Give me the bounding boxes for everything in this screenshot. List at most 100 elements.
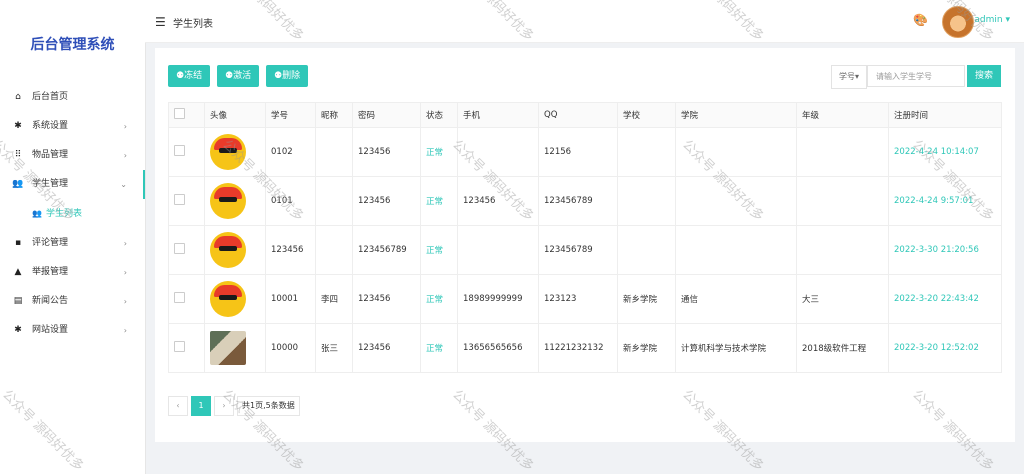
avatar-image	[210, 134, 246, 170]
sidebar-item-students[interactable]: 👥 学生管理 ⌄	[0, 170, 145, 199]
freeze-button[interactable]: ⚉冻结	[168, 65, 211, 87]
cell-id: 10000	[265, 323, 316, 373]
table-row: 0101 123456 正常 123456 123456789 2022-4-24 9:5…	[168, 176, 1002, 226]
select-all-checkbox[interactable]	[174, 108, 185, 119]
page-1-button[interactable]: 1	[191, 396, 211, 416]
sidebar-item-reports[interactable]: ▲ 举报管理 ›	[0, 258, 145, 287]
row-checkbox[interactable]	[174, 243, 185, 254]
user-menu[interactable]: admin ▾	[974, 15, 1010, 25]
cell-college: 计算机科学与技术学院	[675, 323, 797, 373]
avatar-cell	[204, 176, 266, 226]
cell-nick: 张三	[315, 323, 353, 373]
chevron-right-icon: ›	[123, 268, 127, 277]
column-header: 手机	[457, 102, 539, 128]
avatar[interactable]	[942, 6, 974, 38]
sidebar-item-news[interactable]: ▤ 新闻公告 ›	[0, 287, 145, 316]
pagination: ‹ 1 › 共1页,5条数据	[168, 396, 300, 416]
cell-qq: 11221232132	[538, 323, 618, 373]
avatar-cell	[204, 323, 266, 373]
gear-icon: ✱	[14, 121, 22, 131]
cell-college	[675, 225, 797, 275]
cell-grade: 大三	[796, 274, 889, 324]
row-select-cell[interactable]	[168, 323, 205, 373]
column-header: 年级	[796, 102, 889, 128]
cell-college	[675, 176, 797, 226]
chevron-right-icon: ›	[123, 239, 127, 248]
row-checkbox[interactable]	[174, 145, 185, 156]
row-select-cell[interactable]	[168, 176, 205, 226]
column-header: 学校	[617, 102, 676, 128]
cell-grade	[796, 127, 889, 177]
avatar-cell	[204, 225, 266, 275]
user-icon: ⚉	[274, 71, 283, 81]
pagination-info: 共1页,5条数据	[237, 396, 300, 416]
chevron-right-icon: ›	[123, 326, 127, 335]
sidebar-item-label: 评论管理	[32, 238, 69, 248]
cell-pwd: 123456	[352, 274, 421, 324]
delete-button[interactable]: ⚉删除	[266, 65, 309, 87]
sidebar-item-home[interactable]: ⌂ 后台首页	[0, 83, 145, 112]
column-header: 注册时间	[888, 102, 1002, 128]
next-page-button[interactable]: ›	[214, 396, 234, 416]
cell-nick	[315, 127, 353, 177]
cell-school	[617, 127, 676, 177]
table-row: 10001 李四 123456 正常 18989999999 123123 新乡学院 通信 大三…	[168, 274, 1002, 324]
column-header: 学号	[265, 102, 316, 128]
row-checkbox[interactable]	[174, 194, 185, 205]
avatar-cell	[204, 274, 266, 324]
row-select-cell[interactable]	[168, 274, 205, 324]
user-icon: ⚉	[225, 71, 234, 81]
menu-toggle-icon[interactable]: ☰	[155, 15, 166, 29]
cell-phone: 18989999999	[457, 274, 539, 324]
cell-college: 通信	[675, 274, 797, 324]
row-checkbox[interactable]	[174, 341, 185, 352]
palette-icon[interactable]: 🎨	[913, 13, 928, 27]
sidebar-item-goods[interactable]: ⠿ 物品管理 ›	[0, 141, 145, 170]
cell-time: 2022-3-30 21:20:56	[888, 225, 1002, 275]
sidebar-item-site-settings[interactable]: ✱ 网站设置 ›	[0, 316, 145, 345]
cell-id: 10001	[265, 274, 316, 324]
cell-pwd: 123456789	[352, 225, 421, 275]
column-header: 学院	[675, 102, 797, 128]
sidebar-item-comments[interactable]: ▪ 评论管理 ›	[0, 229, 145, 258]
app-logo-title: 后台管理系统	[30, 37, 115, 53]
column-header: 密码	[352, 102, 421, 128]
cell-grade	[796, 225, 889, 275]
top-header: ☰ 学生列表 🎨 admin ▾	[145, 0, 1024, 43]
sidebar-item-label: 学生管理	[32, 179, 69, 189]
page-title: 学生列表	[173, 19, 213, 30]
search-input[interactable]: 请输入学生学号	[867, 65, 965, 87]
sidebar-item-label: 新闻公告	[32, 296, 69, 306]
avatar-image	[210, 281, 246, 317]
gear-icon: ✱	[14, 325, 22, 335]
cell-school: 新乡学院	[617, 274, 676, 324]
sidebar-item-label: 系统设置	[32, 121, 69, 131]
activate-button[interactable]: ⚉激活	[217, 65, 260, 87]
cell-grade: 2018级软件工程	[796, 323, 889, 373]
row-checkbox[interactable]	[174, 292, 185, 303]
warning-icon: ▲	[14, 267, 22, 277]
search-button[interactable]: 搜索	[967, 65, 1001, 87]
sidebar-item-label: 物品管理	[32, 150, 69, 160]
sidebar-item-system-settings[interactable]: ✱ 系统设置 ›	[0, 112, 145, 141]
chevron-down-icon: ⌄	[120, 180, 127, 189]
freeze-button-label: 冻结	[184, 71, 203, 81]
search-field-select[interactable]: 学号▾	[831, 65, 867, 89]
row-select-cell[interactable]	[168, 127, 205, 177]
avatar-image	[210, 232, 246, 268]
cell-phone	[457, 127, 539, 177]
cell-time: 2022-4-24 9:57:01	[888, 176, 1002, 226]
column-header: 昵称	[315, 102, 353, 128]
prev-page-button[interactable]: ‹	[168, 396, 188, 416]
cell-status: 正常	[420, 127, 458, 177]
cell-status: 正常	[420, 323, 458, 373]
cell-phone	[457, 225, 539, 275]
sidebar-subitem-student-list[interactable]: 👥 学生列表	[0, 199, 145, 229]
sidebar-subitem-label: 学生列表	[45, 209, 82, 219]
comment-icon: ▪	[14, 238, 22, 248]
activate-button-label: 激活	[233, 71, 252, 81]
chevron-right-icon: ›	[123, 297, 127, 306]
select-all-cell[interactable]	[168, 102, 205, 128]
cell-qq: 123456789	[538, 176, 618, 226]
row-select-cell[interactable]	[168, 225, 205, 275]
